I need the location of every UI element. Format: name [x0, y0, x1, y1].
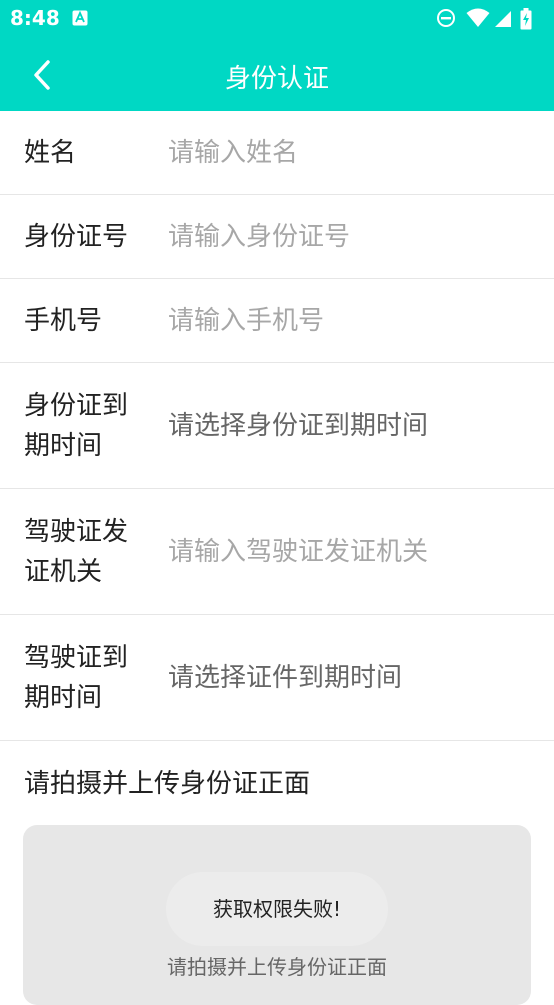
a-notification-icon	[72, 10, 88, 26]
wifi-icon	[466, 8, 490, 27]
license-issuer-label: 驾驶证发 证机关	[24, 517, 129, 587]
license-expiry-row[interactable]: 驾驶证到 期时间 请选择证件到期时间	[0, 615, 554, 741]
license-expiry-select[interactable]: 请选择证件到期时间	[168, 658, 402, 698]
phone-label: 手机号	[24, 306, 103, 336]
do-not-disturb-icon	[437, 9, 455, 27]
name-input[interactable]: 请输入姓名	[168, 133, 298, 173]
name-row[interactable]: 姓名 请输入姓名	[0, 111, 554, 195]
upload-caption: 请拍摄并上传身份证正面	[167, 955, 387, 979]
id-number-row[interactable]: 身份证号 请输入身份证号	[0, 195, 554, 279]
license-issuer-input[interactable]: 请输入驾驶证发证机关	[168, 532, 428, 572]
cell-signal-icon	[495, 11, 511, 27]
id-number-label: 身份证号	[24, 222, 129, 252]
status-bar: 8:48	[0, 0, 554, 38]
page-title: 身份认证	[224, 64, 329, 94]
status-time: 8:48	[10, 6, 60, 30]
id-expiry-select[interactable]: 请选择身份证到期时间	[168, 406, 428, 446]
battery-charging-icon	[520, 8, 532, 30]
phone-row[interactable]: 手机号 请输入手机号	[0, 279, 554, 363]
name-label: 姓名	[24, 138, 77, 168]
license-issuer-row[interactable]: 驾驶证发 证机关 请输入驾驶证发证机关	[0, 489, 554, 615]
id-number-input[interactable]: 请输入身份证号	[168, 217, 350, 257]
toast-message: 获取权限失败!	[166, 872, 388, 946]
license-expiry-label: 驾驶证到 期时间	[24, 643, 129, 713]
phone-input[interactable]: 请输入手机号	[168, 301, 324, 341]
id-expiry-label: 身份证到 期时间	[24, 391, 129, 461]
identity-form: 姓名 请输入姓名 身份证号 请输入身份证号 手机号 请输入手机号 身份证到 期时间…	[0, 111, 554, 741]
id-expiry-row[interactable]: 身份证到 期时间 请选择身份证到期时间	[0, 363, 554, 489]
upload-heading: 请拍摄并上传身份证正面	[24, 769, 311, 799]
title-bar: 身份认证	[0, 38, 554, 111]
